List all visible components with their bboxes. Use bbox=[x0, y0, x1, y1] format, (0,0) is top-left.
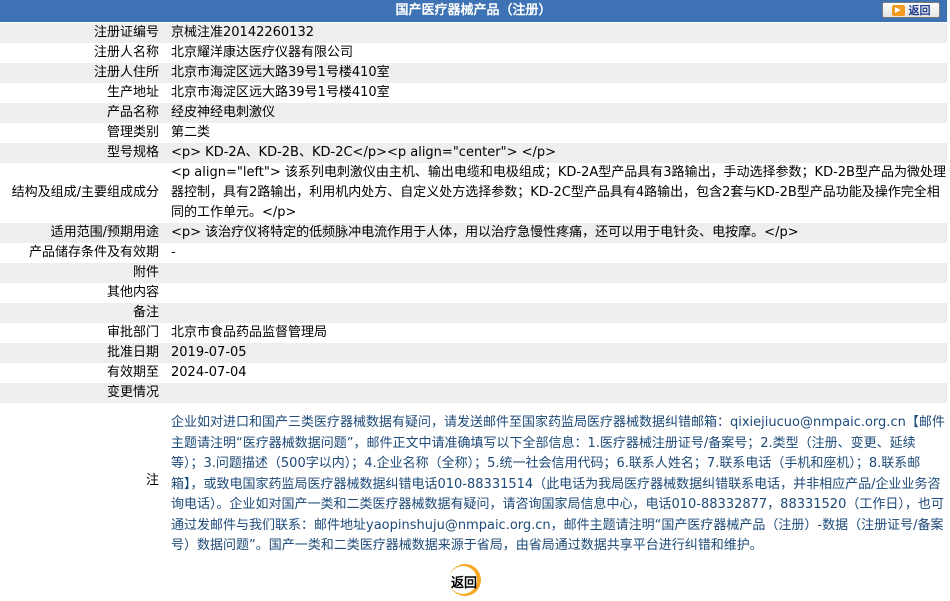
row-label: 产品储存条件及有效期 bbox=[0, 243, 165, 263]
row-label: 注册人名称 bbox=[0, 43, 165, 63]
row-value bbox=[165, 283, 947, 303]
row-value: - bbox=[165, 243, 947, 263]
row-label: 附件 bbox=[0, 263, 165, 283]
table-row: 结构及组成/主要组成成分 <p align="left"> 该系列电刺激仪由主机、… bbox=[0, 163, 947, 223]
table-row: 注册证编号 京械注准20142260132 bbox=[0, 23, 947, 43]
row-value bbox=[165, 303, 947, 323]
back-button-bottom[interactable]: 返回 bbox=[447, 563, 497, 596]
back-button-bottom-label: 返回 bbox=[451, 575, 478, 591]
table-row: 备注 bbox=[0, 303, 947, 323]
page-header: 国产医疗器械产品（注册） 返回 bbox=[0, 0, 947, 23]
table-row: 批准日期 2019-07-05 bbox=[0, 343, 947, 363]
row-label: 其他内容 bbox=[0, 283, 165, 303]
row-label: 注册人住所 bbox=[0, 63, 165, 83]
detail-table: 注册证编号 京械注准20142260132 注册人名称 北京耀洋康达医疗仪器有限公司… bbox=[0, 23, 947, 559]
row-label: 有效期至 bbox=[0, 363, 165, 383]
note-row: 注 企业如对进口和国产三类医疗器械数据有疑问，请发送邮件至国家药监局医疗器械数据… bbox=[0, 403, 947, 559]
row-label: 注册证编号 bbox=[0, 23, 165, 43]
row-label: 产品名称 bbox=[0, 103, 165, 123]
table-row: 变更情况 bbox=[0, 383, 947, 403]
row-label: 结构及组成/主要组成成分 bbox=[0, 163, 165, 223]
row-value: <p align="left"> 该系列电刺激仪由主机、输出电缆和电极组成；KD… bbox=[165, 163, 947, 223]
row-label: 审批部门 bbox=[0, 323, 165, 343]
table-row: 产品名称 经皮神经电刺激仪 bbox=[0, 103, 947, 123]
row-label: 管理类别 bbox=[0, 123, 165, 143]
arrow-right-icon bbox=[891, 4, 905, 16]
page: 国产医疗器械产品（注册） 返回 注册证编号 京械注准20142260132 注册人… bbox=[0, 0, 947, 599]
row-value: 第二类 bbox=[165, 123, 947, 143]
back-button-top[interactable]: 返回 bbox=[882, 2, 940, 18]
table-row: 生产地址 北京市海淀区远大路39号1号楼410室 bbox=[0, 83, 947, 103]
row-value: 北京市海淀区远大路39号1号楼410室 bbox=[165, 83, 947, 103]
row-value: <p> KD-2A、KD-2B、KD-2C</p><p align="cente… bbox=[165, 143, 947, 163]
row-value: 2024-07-04 bbox=[165, 363, 947, 383]
table-row: 适用范围/预期用途 <p> 该治疗仪将特定的低频脉冲电流作用于人体，用以治疗急慢性… bbox=[0, 223, 947, 243]
back-button-top-label: 返回 bbox=[908, 4, 931, 17]
note-label: 注 bbox=[0, 403, 165, 559]
page-footer: 返回 bbox=[0, 559, 947, 599]
row-value: 北京耀洋康达医疗仪器有限公司 bbox=[165, 43, 947, 63]
row-value: 京械注准20142260132 bbox=[165, 23, 947, 43]
row-label: 变更情况 bbox=[0, 383, 165, 403]
row-label: 批准日期 bbox=[0, 343, 165, 363]
row-label: 型号规格 bbox=[0, 143, 165, 163]
table-row: 型号规格 <p> KD-2A、KD-2B、KD-2C</p><p align="c… bbox=[0, 143, 947, 163]
table-row: 注册人名称 北京耀洋康达医疗仪器有限公司 bbox=[0, 43, 947, 63]
table-row: 管理类别 第二类 bbox=[0, 123, 947, 143]
row-value: 经皮神经电刺激仪 bbox=[165, 103, 947, 123]
row-value: 北京市海淀区远大路39号1号楼410室 bbox=[165, 63, 947, 83]
table-row: 审批部门 北京市食品药品监督管理局 bbox=[0, 323, 947, 343]
row-value: 北京市食品药品监督管理局 bbox=[165, 323, 947, 343]
table-row: 产品储存条件及有效期 - bbox=[0, 243, 947, 263]
row-value: 2019-07-05 bbox=[165, 343, 947, 363]
row-value bbox=[165, 263, 947, 283]
row-label: 生产地址 bbox=[0, 83, 165, 103]
table-row: 附件 bbox=[0, 263, 947, 283]
row-value bbox=[165, 383, 947, 403]
note-text: 企业如对进口和国产三类医疗器械数据有疑问，请发送邮件至国家药监局医疗器械数据纠错… bbox=[165, 403, 947, 559]
row-value: <p> 该治疗仪将特定的低频脉冲电流作用于人体，用以治疗急慢性疼痛，还可以用于电… bbox=[165, 223, 947, 243]
row-label: 备注 bbox=[0, 303, 165, 323]
row-label: 适用范围/预期用途 bbox=[0, 223, 165, 243]
page-title: 国产医疗器械产品（注册） bbox=[395, 3, 552, 18]
table-row: 注册人住所 北京市海淀区远大路39号1号楼410室 bbox=[0, 63, 947, 83]
table-row: 其他内容 bbox=[0, 283, 947, 303]
table-row: 有效期至 2024-07-04 bbox=[0, 363, 947, 383]
